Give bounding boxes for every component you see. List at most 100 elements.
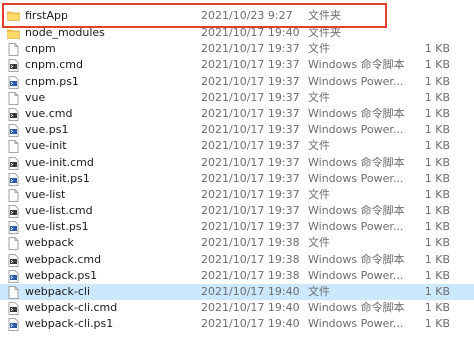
powershell-script-icon: [7, 172, 20, 186]
file-type: Windows Power...: [308, 123, 404, 137]
modified-date: 2021/10/17 19:37: [201, 106, 300, 120]
powershell-script-icon: [7, 318, 20, 332]
file-name: vue-list: [25, 187, 66, 201]
file-icon: [7, 286, 20, 299]
file-type: Windows 命令脚本: [308, 301, 405, 315]
file-type: Windows 命令脚本: [308, 106, 405, 120]
file-row[interactable]: vue-init 2021/10/17 19:37 文件 1 KB: [0, 138, 474, 154]
file-size: 1 KB: [424, 106, 450, 120]
file-row[interactable]: vue-init.cmd 2021/10/17 19:37 Windows 命令脚本…: [0, 155, 474, 171]
file-row[interactable]: vue-list 2021/10/17 19:37 文件 1 KB: [0, 187, 474, 203]
file-size: 1 KB: [424, 236, 450, 250]
modified-date: 2021/10/17 19:37: [201, 155, 300, 169]
modified-date: 2021/10/17 19:37: [201, 204, 300, 218]
file-row[interactable]: webpack-cli.ps1 2021/10/17 19:40 Windows P…: [0, 316, 474, 332]
modified-date: 2021/10/17 19:37: [201, 187, 300, 201]
file-row[interactable]: cnpm.cmd 2021/10/17 19:37 Windows 命令脚本 1 KB: [0, 57, 474, 73]
file-row[interactable]: webpack-cli.cmd 2021/10/17 19:40 Windows 命…: [0, 300, 474, 316]
file-name: vue-init: [25, 139, 67, 153]
file-name: firstApp: [25, 9, 68, 22]
file-row[interactable]: node_modules 2021/10/17 19:40 文件夹: [0, 25, 474, 41]
file-size: 1 KB: [424, 301, 450, 315]
file-size: 1 KB: [424, 155, 450, 169]
file-name: vue.ps1: [25, 123, 69, 137]
file-row[interactable]: vue 2021/10/17 19:37 文件 1 KB: [0, 90, 474, 106]
file-type: 文件夹: [308, 9, 341, 22]
cmd-script-icon: [7, 302, 20, 316]
modified-date: 2021/10/17 19:37: [201, 139, 300, 153]
file-size: 1 KB: [424, 268, 450, 282]
file-size: 1 KB: [424, 90, 450, 104]
modified-date: 2021/10/17 19:38: [201, 252, 300, 266]
file-icon: [7, 91, 20, 105]
file-row[interactable]: vue-list.ps1 2021/10/17 19:37 Windows Powe…: [0, 219, 474, 235]
file-type: Windows Power...: [308, 220, 404, 234]
powershell-script-icon: [7, 75, 20, 89]
modified-date: 2021/10/17 19:38: [201, 236, 300, 250]
file-type: 文件: [308, 187, 330, 201]
cmd-script-icon: [7, 108, 20, 121]
file-name: node_modules: [25, 26, 105, 39]
file-name: cnpm.ps1: [25, 74, 79, 88]
file-name: vue-list.cmd: [25, 204, 93, 218]
file-type: Windows Power...: [308, 268, 404, 282]
file-row[interactable]: cnpm.ps1 2021/10/17 19:37 Windows Power...…: [0, 74, 474, 90]
powershell-script-icon: [7, 124, 20, 138]
modified-date: 2021/10/17 19:37: [201, 74, 300, 88]
file-row[interactable]: firstApp 2021/10/23 9:27 文件夹: [0, 7, 474, 25]
file-name: webpack.cmd: [25, 252, 102, 266]
file-type: Windows Power...: [308, 171, 404, 185]
file-row[interactable]: cnpm 2021/10/17 19:37 文件 1 KB: [0, 41, 474, 57]
file-type: Windows Power...: [308, 74, 404, 88]
file-type: Windows 命令脚本: [308, 155, 405, 169]
file-icon: [7, 43, 20, 57]
modified-date: 2021/10/17 19:37: [201, 171, 300, 185]
file-size: 1 KB: [424, 204, 450, 218]
file-name: webpack-cli: [25, 285, 91, 298]
powershell-script-icon: [7, 269, 20, 283]
file-row[interactable]: webpack-cli 2021/10/17 19:40 文件 1 KB: [0, 284, 474, 301]
file-size: 1 KB: [424, 220, 450, 234]
file-row[interactable]: vue.cmd 2021/10/17 19:37 Windows 命令脚本 1 KB: [0, 106, 474, 122]
modified-date: 2021/10/17 19:38: [201, 268, 300, 282]
file-row[interactable]: webpack.ps1 2021/10/17 19:38 Windows Power…: [0, 268, 474, 284]
cmd-script-icon: [7, 253, 20, 267]
file-row[interactable]: vue-init.ps1 2021/10/17 19:37 Windows Powe…: [0, 171, 474, 187]
file-size: 1 KB: [424, 42, 450, 56]
file-name: webpack: [25, 236, 74, 250]
file-name: webpack-cli.cmd: [25, 301, 118, 315]
file-type: Windows 命令脚本: [308, 58, 405, 72]
modified-date: 2021/10/17 19:37: [201, 90, 300, 104]
file-row[interactable]: webpack 2021/10/17 19:38 文件 1 KB: [0, 235, 474, 251]
modified-date: 2021/10/17 19:37: [201, 123, 300, 137]
file-size: 1 KB: [424, 187, 450, 201]
file-name: webpack-cli.ps1: [25, 317, 114, 331]
cmd-script-icon: [7, 59, 20, 73]
file-size: 1 KB: [424, 171, 450, 185]
file-name: vue-init.cmd: [25, 155, 94, 169]
modified-date: 2021/10/17 19:37: [201, 42, 300, 56]
file-type: Windows 命令脚本: [308, 252, 405, 266]
file-name: vue-list.ps1: [25, 220, 89, 234]
modified-date: 2021/10/17 19:40: [201, 26, 300, 39]
modified-date: 2021/10/17 19:37: [201, 58, 300, 72]
file-size: 1 KB: [424, 285, 450, 298]
file-row[interactable]: vue.ps1 2021/10/17 19:37 Windows Power... 1…: [0, 122, 474, 138]
file-name: vue: [25, 90, 46, 104]
file-type: 文件: [308, 236, 330, 250]
file-name: cnpm.cmd: [25, 58, 83, 72]
modified-date: 2021/10/17 19:37: [201, 220, 300, 234]
folder-icon: [7, 27, 20, 40]
file-name: vue-init.ps1: [25, 171, 90, 185]
file-type: 文件: [308, 42, 330, 56]
file-size: 1 KB: [424, 317, 450, 331]
modified-date: 2021/10/23 9:27: [201, 9, 293, 22]
file-size: 1 KB: [424, 123, 450, 137]
file-row[interactable]: webpack.cmd 2021/10/17 19:38 Windows 命令脚本 1…: [0, 252, 474, 268]
file-type: 文件: [308, 139, 330, 153]
file-size: 1 KB: [424, 74, 450, 88]
file-icon: [7, 140, 20, 154]
file-name: cnpm: [25, 42, 56, 56]
file-row[interactable]: vue-list.cmd 2021/10/17 19:37 Windows 命令脚本…: [0, 203, 474, 219]
cmd-script-icon: [7, 205, 20, 218]
